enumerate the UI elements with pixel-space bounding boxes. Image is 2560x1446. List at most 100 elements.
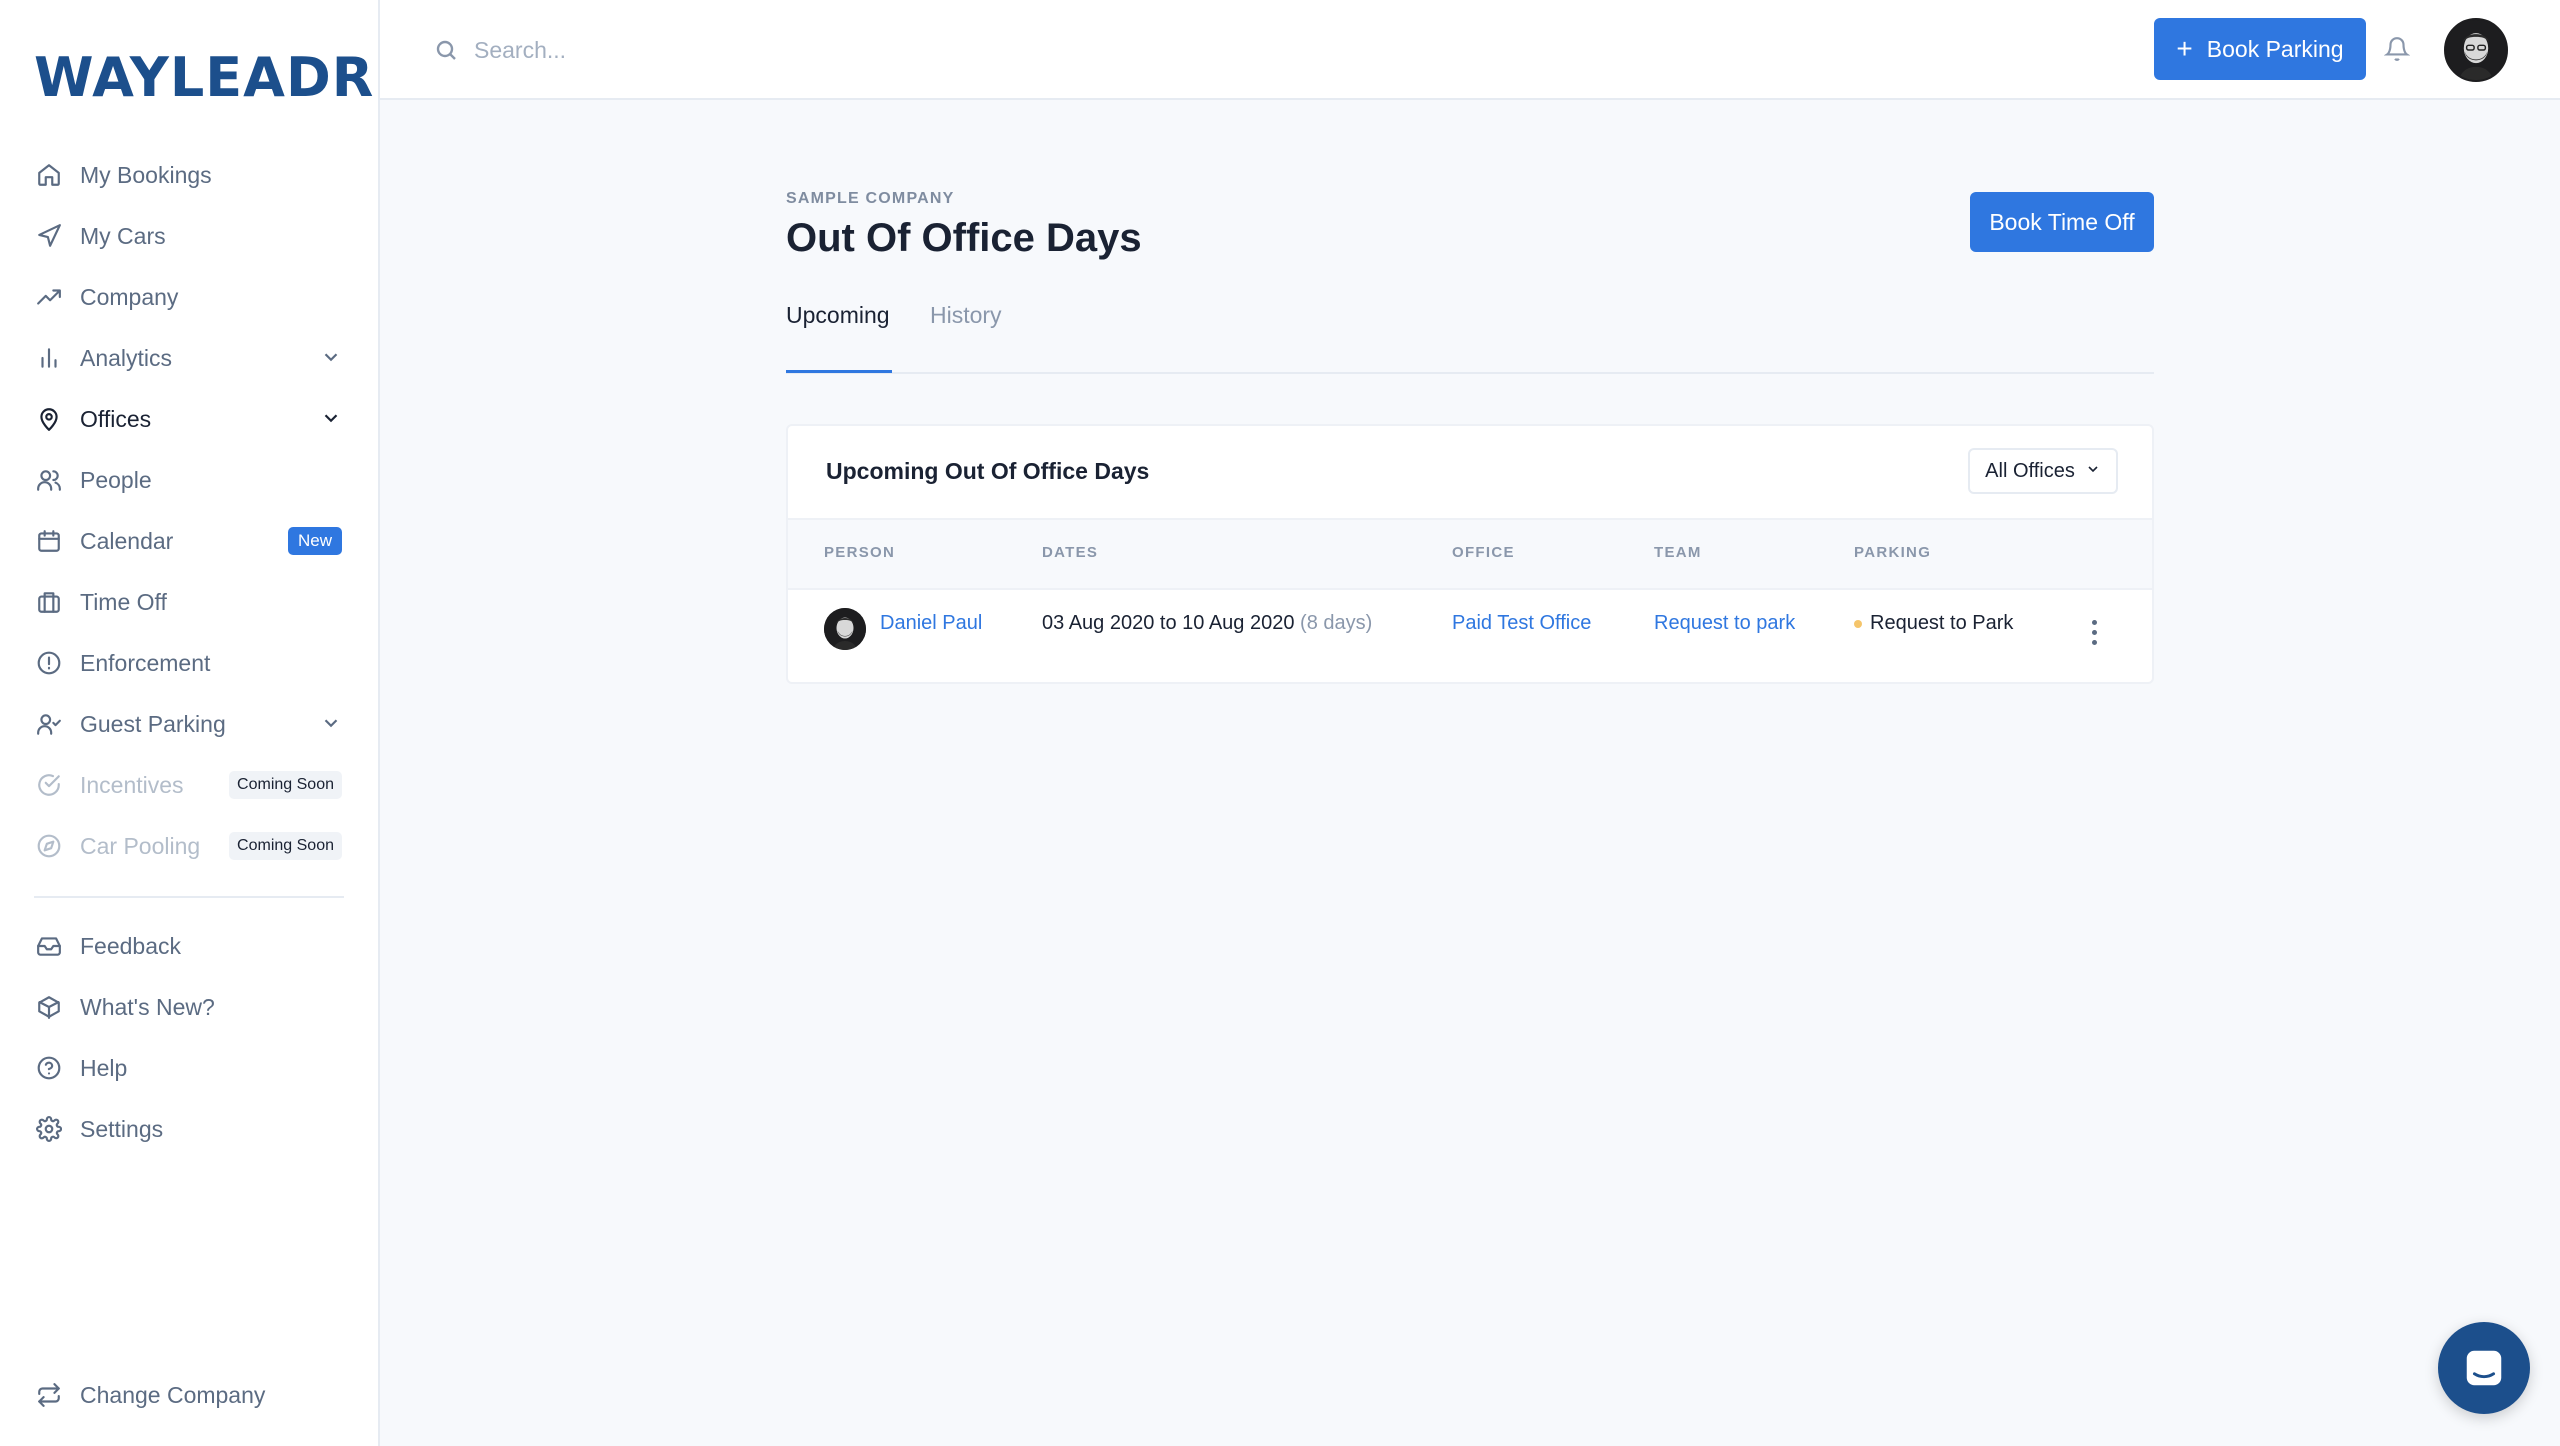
topbar: + Book Parking bbox=[380, 0, 2560, 100]
sidebar-item-label: Incentives bbox=[80, 771, 184, 798]
sidebar-item-time-off[interactable]: Time Off bbox=[34, 577, 344, 627]
user-check-icon bbox=[34, 709, 64, 739]
tab-upcoming[interactable]: Upcoming bbox=[786, 302, 890, 329]
book-parking-button[interactable]: + Book Parking bbox=[2154, 18, 2366, 80]
tab-history[interactable]: History bbox=[930, 302, 1002, 329]
alert-circle-icon bbox=[34, 648, 64, 678]
column-header-team: TEAM bbox=[1654, 544, 1702, 561]
sidebar-item-people[interactable]: People bbox=[34, 455, 344, 505]
sidebar-item-label: Feedback bbox=[80, 932, 182, 959]
sidebar-item-incentives: Incentives Coming Soon bbox=[34, 760, 344, 810]
duration: (8 days) bbox=[1300, 612, 1373, 634]
sidebar-item-enforcement[interactable]: Enforcement bbox=[34, 638, 344, 688]
sidebar-item-label: Car Pooling bbox=[80, 832, 201, 859]
chat-icon bbox=[2466, 1350, 2502, 1386]
person-name-link[interactable]: Daniel Paul bbox=[880, 612, 982, 635]
change-company-label: Change Company bbox=[80, 1381, 266, 1408]
wayleadr-logo[interactable]: WAYLEADR bbox=[34, 46, 374, 110]
company-eyebrow: SAMPLE COMPANY bbox=[786, 190, 955, 207]
home-icon bbox=[34, 160, 64, 190]
chevron-down-icon[interactable] bbox=[320, 712, 344, 736]
sidebar-item-whats-new[interactable]: What's New? bbox=[34, 982, 344, 1032]
parking-status-label: Request to Park bbox=[1870, 612, 2014, 634]
compass-icon bbox=[34, 831, 64, 861]
search-icon bbox=[434, 38, 458, 62]
column-header-parking: PARKING bbox=[1854, 544, 1932, 561]
status-dot bbox=[1854, 619, 1862, 628]
sidebar-item-label: Settings bbox=[80, 1115, 164, 1142]
person-avatar bbox=[824, 608, 866, 650]
new-badge: New bbox=[287, 527, 342, 555]
logo-text: WAYLEADR bbox=[34, 46, 375, 109]
sidebar-divider bbox=[34, 896, 344, 898]
sidebar-item-my-bookings[interactable]: My Bookings bbox=[34, 150, 344, 200]
inbox-icon bbox=[34, 931, 64, 961]
change-company-button[interactable]: Change Company bbox=[34, 1370, 344, 1420]
book-time-off-button[interactable]: Book Time Off bbox=[1970, 192, 2154, 252]
check-circle-icon bbox=[34, 770, 64, 800]
column-header-person: PERSON bbox=[824, 544, 896, 561]
map-pin-icon bbox=[34, 404, 64, 434]
sidebar-item-label: Enforcement bbox=[80, 649, 211, 676]
sidebar-item-guest-parking[interactable]: Guest Parking bbox=[34, 699, 344, 749]
sidebar-item-label: Company bbox=[80, 283, 179, 310]
chevron-down-icon[interactable] bbox=[320, 346, 344, 370]
column-header-office: OFFICE bbox=[1452, 544, 1515, 561]
repeat-icon bbox=[34, 1380, 64, 1410]
sidebar-item-label: Guest Parking bbox=[80, 710, 226, 737]
page-title: Out Of Office Days bbox=[786, 216, 1142, 260]
parking-status: Request to Park bbox=[1854, 612, 2013, 635]
sidebar-item-help[interactable]: Help bbox=[34, 1043, 344, 1093]
sidebar-item-label: Analytics bbox=[80, 344, 173, 371]
table-header: PERSON DATES OFFICE TEAM PARKING bbox=[788, 518, 2152, 590]
avatar-portrait-icon bbox=[824, 608, 866, 650]
tabs-divider bbox=[786, 372, 2154, 374]
settings-icon bbox=[34, 1114, 64, 1144]
sidebar-item-label: Offices bbox=[80, 405, 152, 432]
search-input[interactable] bbox=[474, 28, 1074, 72]
user-avatar[interactable] bbox=[2444, 18, 2508, 82]
help-circle-icon bbox=[34, 1053, 64, 1083]
sidebar-item-label: Calendar bbox=[80, 527, 174, 554]
calendar-icon bbox=[34, 526, 64, 556]
dates-cell: 03 Aug 2020 to 10 Aug 2020 (8 days) bbox=[1042, 612, 1372, 635]
trending-up-icon bbox=[34, 282, 64, 312]
out-of-office-card: Upcoming Out Of Office Days All Offices … bbox=[786, 424, 2154, 684]
sidebar-item-label: What's New? bbox=[80, 993, 215, 1020]
chat-launcher-button[interactable] bbox=[2438, 1322, 2530, 1414]
navigation-icon bbox=[34, 221, 64, 251]
sidebar-item-label: Time Off bbox=[80, 588, 167, 615]
sidebar-item-calendar[interactable]: Calendar New bbox=[34, 516, 344, 566]
date-range: 03 Aug 2020 to 10 Aug 2020 bbox=[1042, 612, 1295, 634]
sidebar-item-label: People bbox=[80, 466, 152, 493]
sidebar-item-label: My Cars bbox=[80, 222, 166, 249]
sidebar-item-label: Help bbox=[80, 1054, 128, 1081]
sidebar-item-my-cars[interactable]: My Cars bbox=[34, 211, 344, 261]
plus-icon: + bbox=[2176, 33, 2193, 64]
office-filter-dropdown[interactable]: All Offices bbox=[1968, 448, 2118, 494]
office-link[interactable]: Paid Test Office bbox=[1452, 612, 1591, 635]
sidebar-item-settings[interactable]: Settings bbox=[34, 1104, 344, 1154]
briefcase-icon bbox=[34, 587, 64, 617]
sidebar-item-company[interactable]: Company bbox=[34, 272, 344, 322]
team-link[interactable]: Request to park bbox=[1654, 612, 1795, 635]
sidebar-item-feedback[interactable]: Feedback bbox=[34, 921, 344, 971]
office-filter-label: All Offices bbox=[1985, 459, 2075, 482]
bar-chart-icon bbox=[34, 343, 64, 373]
users-icon bbox=[34, 465, 64, 495]
sidebar-item-offices[interactable]: Offices bbox=[34, 394, 344, 444]
package-icon bbox=[34, 992, 64, 1022]
more-options-icon[interactable] bbox=[2084, 620, 2104, 650]
sidebar-item-label: My Bookings bbox=[80, 161, 212, 188]
sidebar-item-analytics[interactable]: Analytics bbox=[34, 333, 344, 383]
avatar-portrait-icon bbox=[2446, 20, 2506, 80]
coming-soon-badge: Coming Soon bbox=[229, 771, 342, 799]
coming-soon-badge: Coming Soon bbox=[229, 832, 342, 860]
active-tab-indicator bbox=[786, 370, 892, 373]
sidebar: WAYLEADR My Bookings My Cars Company Ana… bbox=[0, 0, 380, 1446]
chevron-down-icon bbox=[2085, 460, 2101, 483]
sidebar-item-car-pooling: Car Pooling Coming Soon bbox=[34, 821, 344, 871]
book-parking-label: Book Parking bbox=[2206, 35, 2344, 62]
bell-icon[interactable] bbox=[2383, 36, 2411, 62]
chevron-down-icon[interactable] bbox=[320, 407, 344, 431]
